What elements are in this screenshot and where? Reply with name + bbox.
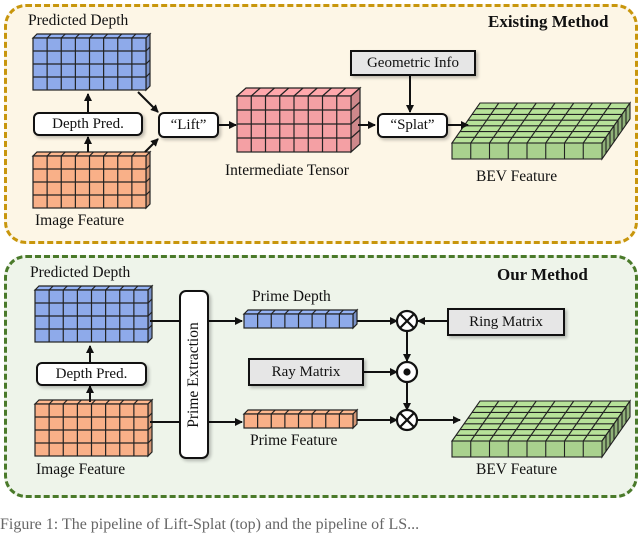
top-bev-feature-label: BEV Feature <box>476 168 558 185</box>
bottom-bev-feature-label: BEV Feature <box>476 461 558 478</box>
prime-depth-label: Prime Depth <box>252 288 331 305</box>
lift-box: “Lift” <box>158 112 219 138</box>
top-predicted-depth-grid <box>31 32 152 92</box>
otimes-operator-2 <box>395 408 419 432</box>
top-depth-pred-box: Depth Pred. <box>33 112 143 136</box>
geometric-info-box: Geometric Info <box>350 50 476 76</box>
ray-matrix-box: Ray Matrix <box>248 358 364 386</box>
figure-caption: Figure 1: The pipeline of Lift-Splat (to… <box>0 516 420 533</box>
prime-feature-grid <box>242 408 359 430</box>
top-bev-feature-grid <box>450 101 632 161</box>
top-predicted-depth-label: Predicted Depth <box>28 12 129 29</box>
intermediate-tensor-label: Intermediate Tensor <box>225 162 349 179</box>
bottom-predicted-depth-label: Predicted Depth <box>30 264 131 281</box>
top-image-feature-label: Image Feature <box>35 212 125 229</box>
prime-extraction-box: Prime Extraction <box>179 290 209 459</box>
arrow-image-to-lift <box>144 138 159 153</box>
prime-extraction-label: Prime Extraction <box>185 321 202 428</box>
bottom-predicted-depth-grid <box>33 284 154 344</box>
intermediate-tensor-grid <box>235 86 362 154</box>
odot-operator <box>395 360 419 384</box>
top-image-feature-grid <box>31 150 152 210</box>
splat-box: “Splat” <box>377 113 448 138</box>
bottom-image-feature-grid <box>33 398 154 458</box>
prime-feature-label: Prime Feature <box>250 432 338 449</box>
bottom-bev-feature-grid <box>450 399 632 459</box>
ring-matrix-box: Ring Matrix <box>447 308 565 336</box>
bottom-image-feature-label: Image Feature <box>36 461 126 478</box>
arrow-depth-to-lift <box>137 91 159 113</box>
prime-depth-grid <box>242 308 359 330</box>
bottom-depth-pred-box: Depth Pred. <box>36 362 147 386</box>
otimes-operator-1 <box>395 309 419 333</box>
